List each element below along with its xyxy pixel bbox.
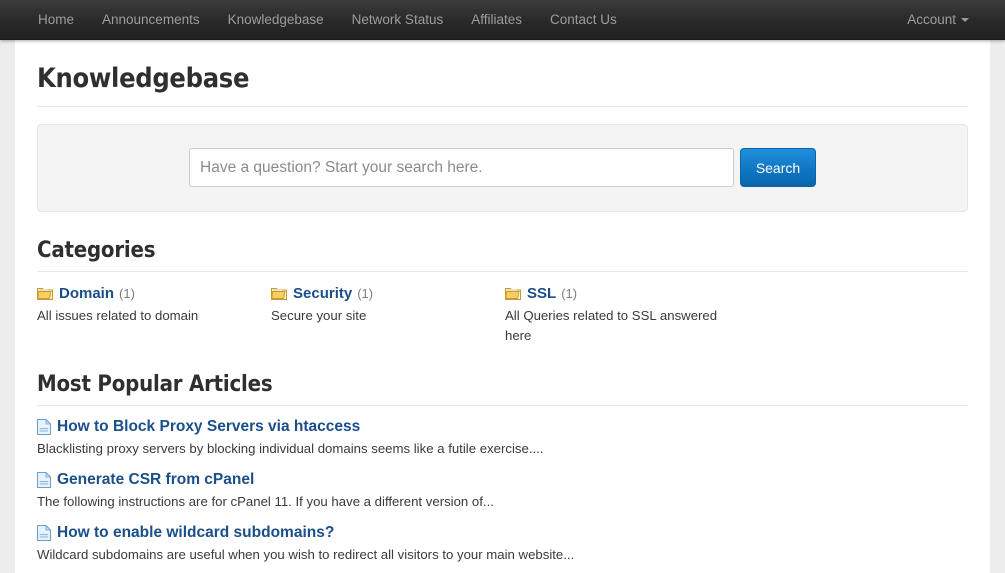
category-count: (1) bbox=[357, 285, 374, 301]
nav-item-label: Affiliates bbox=[471, 11, 522, 27]
article-excerpt: Blacklisting proxy servers by blocking i… bbox=[37, 441, 544, 457]
category-link[interactable]: Domain bbox=[59, 286, 114, 301]
category-count: (1) bbox=[561, 285, 578, 301]
category-description: All Queries related to SSL answered here bbox=[505, 307, 718, 344]
article-item: Generate CSR from cPanel The following i… bbox=[37, 459, 968, 512]
category-link[interactable]: Security bbox=[293, 286, 352, 301]
article-title-row: How to Block Proxy Servers via htaccess bbox=[37, 418, 968, 436]
navbar-primary-menu: Home Announcements Knowledgebase Network… bbox=[24, 0, 631, 39]
category-item: SSL (1) All Queries related to SSL answe… bbox=[505, 286, 739, 347]
articles-heading: Most Popular Articles bbox=[37, 371, 273, 397]
article-link[interactable]: How to enable wildcard subdomains? bbox=[57, 525, 334, 541]
nav-item-network-status[interactable]: Network Status bbox=[338, 0, 458, 39]
nav-item-label: Network Status bbox=[351, 11, 444, 27]
category-description: All issues related to domain bbox=[37, 307, 199, 323]
article-excerpt: The following instructions are for cPane… bbox=[37, 493, 494, 509]
top-navbar: Home Announcements Knowledgebase Network… bbox=[0, 0, 1005, 40]
articles-section-header: Most Popular Articles bbox=[37, 347, 968, 407]
categories-grid: Domain (1) All issues related to domain … bbox=[37, 272, 968, 347]
article-title-row: How to enable wildcard subdomains? bbox=[37, 524, 968, 541]
category-item: Domain (1) All issues related to domain bbox=[37, 286, 271, 347]
nav-item-label: Home bbox=[38, 11, 75, 27]
categories-heading: Categories bbox=[37, 237, 156, 263]
main-container: Knowledgebase Search Categories bbox=[15, 40, 990, 573]
nav-item-announcements[interactable]: Announcements bbox=[88, 0, 214, 39]
nav-item-affiliates[interactable]: Affiliates bbox=[457, 0, 536, 39]
folder-icon bbox=[37, 286, 53, 301]
search-button[interactable]: Search bbox=[740, 148, 816, 188]
page-background: Knowledgebase Search Categories bbox=[0, 40, 1005, 573]
category-count: (1) bbox=[119, 285, 135, 301]
article-item: How to enable wildcard subdomains? Wildc… bbox=[37, 512, 968, 565]
document-icon bbox=[37, 524, 52, 541]
document-icon bbox=[37, 418, 52, 436]
category-item: Security (1) Secure your site bbox=[271, 286, 505, 347]
category-link[interactable]: SSL bbox=[527, 286, 556, 301]
caret-down-icon bbox=[961, 17, 969, 22]
title-divider bbox=[37, 105, 968, 107]
category-title-row: SSL (1) bbox=[505, 286, 723, 301]
nav-item-label: Announcements bbox=[102, 11, 200, 27]
category-title-row: Security (1) bbox=[271, 286, 489, 301]
search-input[interactable] bbox=[189, 148, 734, 188]
categories-section-header: Categories bbox=[37, 212, 968, 272]
nav-item-label: Contact Us bbox=[550, 11, 617, 27]
folder-icon bbox=[271, 286, 287, 301]
search-form: Search bbox=[189, 148, 816, 188]
nav-item-label: Knowledgebase bbox=[227, 11, 324, 27]
document-icon bbox=[37, 471, 52, 488]
folder-icon bbox=[505, 286, 521, 301]
page-title: Knowledgebase bbox=[37, 63, 250, 94]
nav-item-label: Account bbox=[907, 11, 956, 27]
article-excerpt: Wildcard subdomains are useful when you … bbox=[37, 546, 575, 562]
navbar-secondary-menu: Account bbox=[893, 0, 983, 39]
article-item: How to Block Proxy Servers via htaccess … bbox=[37, 406, 968, 459]
category-description: Secure your site bbox=[271, 307, 367, 323]
nav-item-contact-us[interactable]: Contact Us bbox=[536, 0, 631, 39]
nav-item-account[interactable]: Account bbox=[893, 0, 983, 39]
article-link[interactable]: How to Block Proxy Servers via htaccess bbox=[57, 419, 360, 435]
category-title-row: Domain (1) bbox=[37, 286, 255, 301]
search-well: Search bbox=[37, 123, 968, 212]
article-link[interactable]: Generate CSR from cPanel bbox=[57, 472, 254, 488]
article-title-row: Generate CSR from cPanel bbox=[37, 471, 968, 488]
nav-item-home[interactable]: Home bbox=[24, 0, 88, 39]
nav-item-knowledgebase[interactable]: Knowledgebase bbox=[214, 0, 338, 39]
